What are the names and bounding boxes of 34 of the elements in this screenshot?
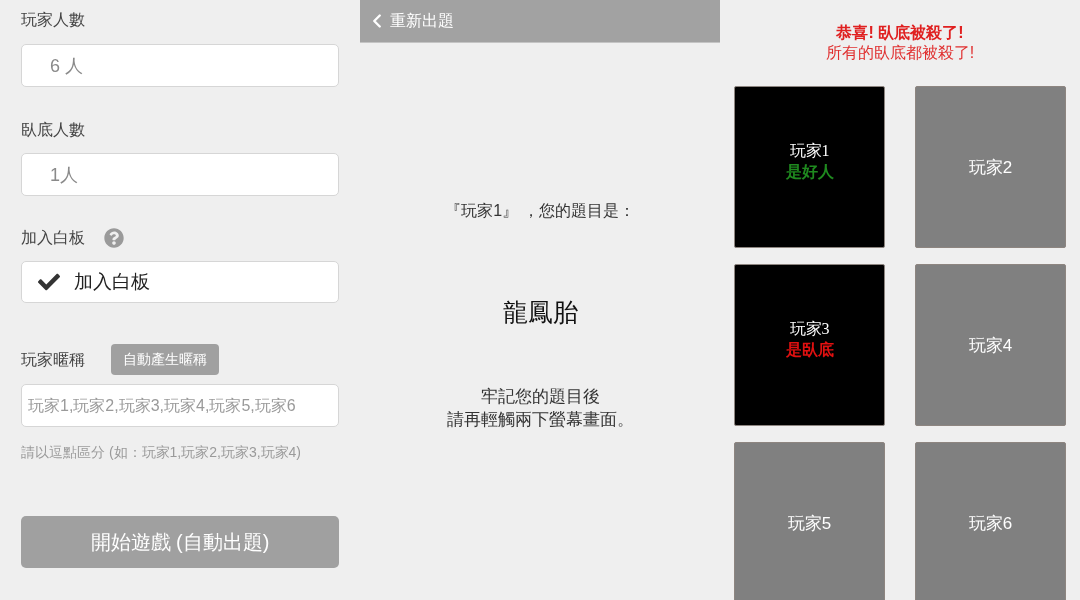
instruction-text: 請再輕觸兩下螢幕畫面。	[446, 409, 634, 431]
field-label: 加入白板	[21, 228, 85, 248]
help-icon[interactable]	[104, 228, 124, 248]
player-card[interactable]: 玩家2	[915, 86, 1066, 248]
result-headline: 恭喜! 臥底被殺了!	[836, 23, 964, 43]
player-name: 玩家2	[968, 156, 1013, 178]
player-role: 是好人	[785, 162, 834, 182]
player-card[interactable]: 玩家3 是臥底	[734, 264, 885, 426]
player-name: 玩家1	[789, 141, 830, 161]
instruction-text: 牢記您的題目後	[480, 386, 600, 408]
player-name: 玩家4	[968, 334, 1013, 356]
player-name: 玩家6	[968, 512, 1013, 534]
player-card[interactable]: 玩家4	[915, 264, 1066, 426]
field-label: 臥底人數	[21, 120, 85, 140]
player-count-select[interactable]: 6 人	[21, 44, 339, 87]
auto-nickname-button[interactable]: 自動產生暱稱	[111, 344, 219, 375]
prompt-text: 『玩家1』 ，您的題目是：	[445, 201, 635, 221]
result-subline: 所有的臥底都被殺了!	[825, 43, 975, 63]
field-label: 玩家人數	[21, 10, 85, 30]
player-name: 玩家5	[787, 512, 832, 534]
hint-text: 請以逗點區分 (如：玩家1,玩家2,玩家3,玩家4)	[21, 443, 302, 462]
player-card[interactable]: 玩家6	[915, 442, 1066, 600]
spy-count-select[interactable]: 1人	[21, 153, 339, 196]
blank-checkbox[interactable]: 加入白板	[21, 261, 339, 303]
topic-word: 龍鳳胎	[502, 297, 578, 328]
player-card[interactable]: 玩家5	[734, 442, 885, 600]
player-role: 是臥底	[785, 340, 834, 360]
player-card[interactable]: 玩家1 是好人	[734, 86, 885, 248]
check-icon	[38, 271, 60, 293]
back-button[interactable]: 重新出題	[366, 10, 454, 32]
field-label: 玩家暱稱	[21, 349, 85, 370]
player-name: 玩家3	[789, 319, 830, 339]
nickname-input[interactable]: 玩家1,玩家2,玩家3,玩家4,玩家5,玩家6	[21, 384, 339, 427]
start-game-button[interactable]: 開始遊戲 (自動出題)	[21, 516, 339, 568]
